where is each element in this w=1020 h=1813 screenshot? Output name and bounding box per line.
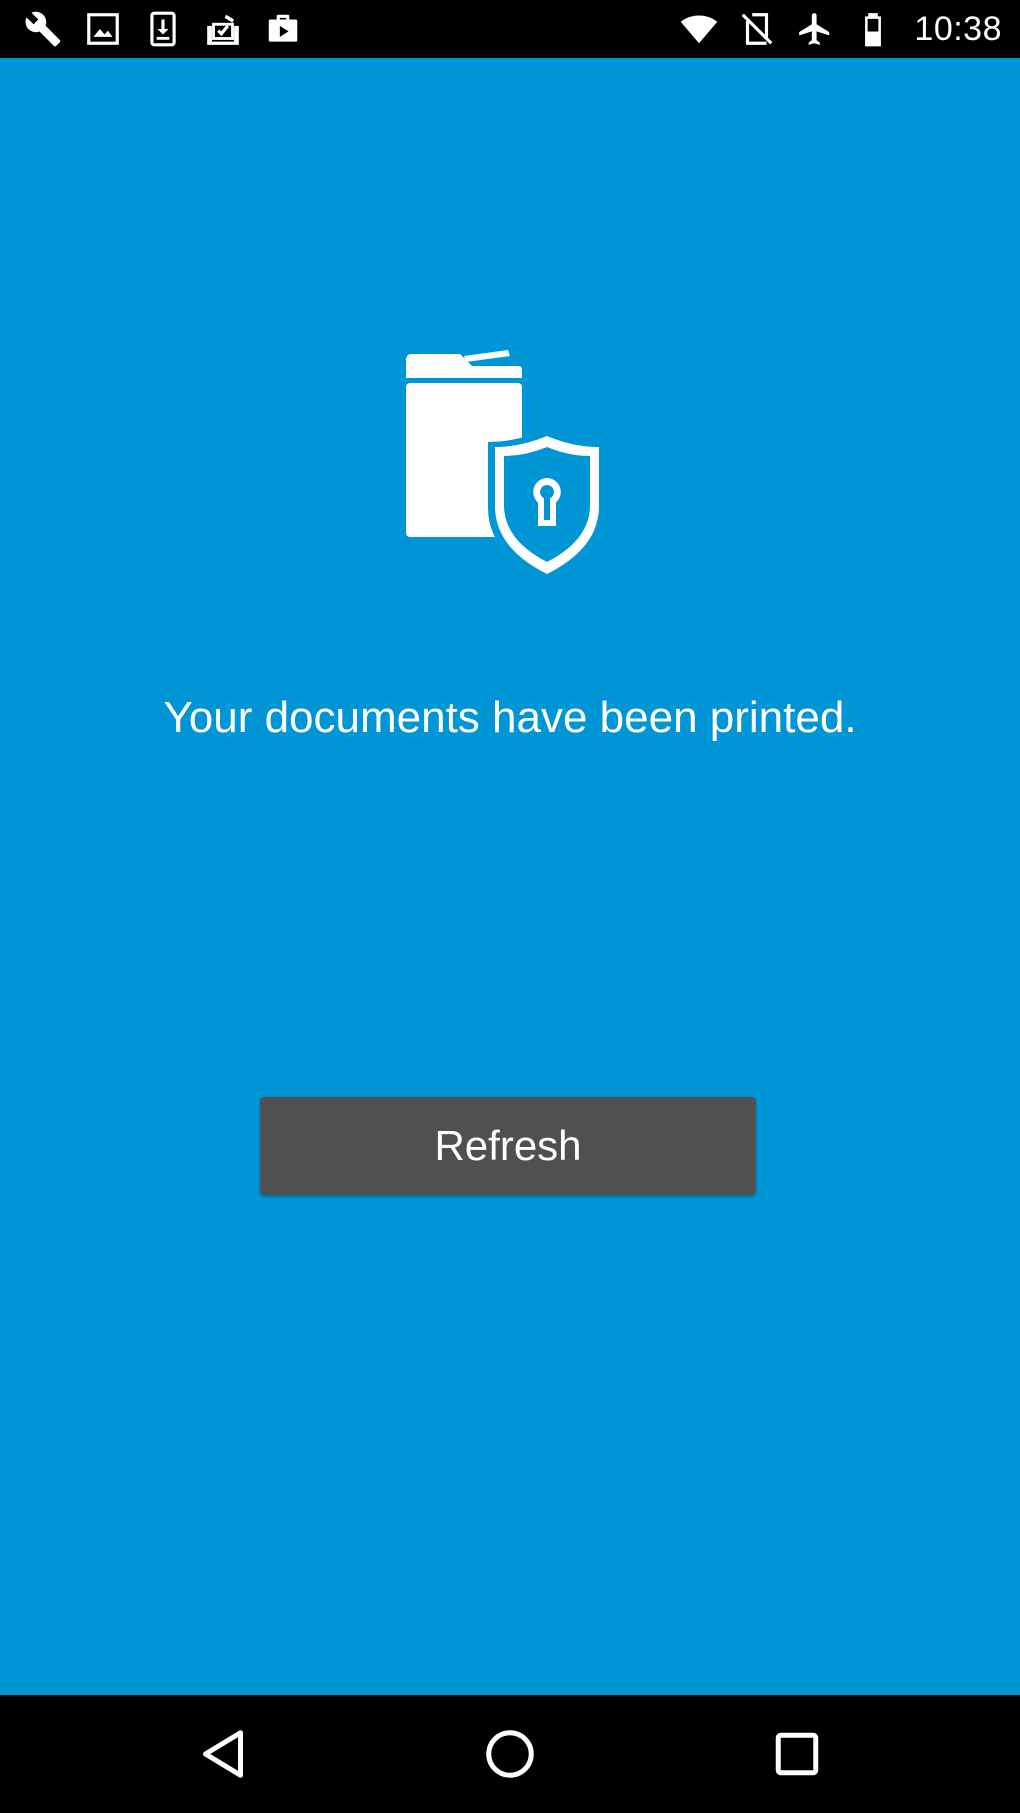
- status-clock: 10:38: [914, 9, 1002, 48]
- image-icon: [82, 8, 124, 50]
- back-icon[interactable]: [188, 1719, 258, 1789]
- main-content: Your documents have been printed. Refres…: [0, 58, 1020, 1695]
- print-status-message: Your documents have been printed.: [163, 693, 857, 742]
- battery-icon: [852, 8, 894, 50]
- refresh-button[interactable]: Refresh: [260, 1097, 756, 1195]
- download-icon: [142, 8, 184, 50]
- wifi-icon: [678, 8, 720, 50]
- home-icon[interactable]: [475, 1719, 545, 1789]
- secure-printer-shield-icon: [406, 350, 610, 582]
- navigation-bar: [0, 1695, 1020, 1813]
- notification-icons: [22, 8, 304, 50]
- airplane-mode-icon: [794, 8, 836, 50]
- task-check-icon: [202, 8, 244, 50]
- no-sim-icon: [736, 8, 778, 50]
- recents-icon[interactable]: [762, 1719, 832, 1789]
- briefcase-play-icon: [262, 8, 304, 50]
- system-icons: 10:38: [678, 8, 1002, 50]
- wrench-icon: [22, 8, 64, 50]
- status-bar: 10:38: [0, 0, 1020, 58]
- app-screen: 10:38 Your documents have been printed. …: [0, 0, 1020, 1813]
